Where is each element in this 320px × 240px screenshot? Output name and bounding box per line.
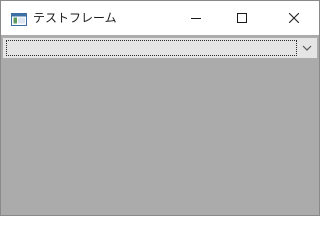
close-icon — [289, 13, 299, 23]
content-area — [1, 59, 319, 215]
maximize-button[interactable] — [219, 1, 265, 35]
chevron-down-icon — [302, 45, 312, 51]
combo-box[interactable] — [2, 37, 318, 59]
java-frame-icon — [11, 11, 27, 26]
combo-dropdown-button[interactable] — [297, 38, 317, 58]
minimize-button[interactable] — [173, 1, 219, 35]
window-title: テストフレーム — [33, 11, 117, 25]
close-button[interactable] — [271, 1, 317, 35]
combo-selected-value[interactable] — [6, 40, 297, 56]
maximize-icon — [237, 13, 247, 23]
app-window: テストフレーム — [0, 0, 320, 216]
minimize-icon — [191, 18, 201, 19]
title-bar[interactable]: テストフレーム — [1, 1, 319, 35]
